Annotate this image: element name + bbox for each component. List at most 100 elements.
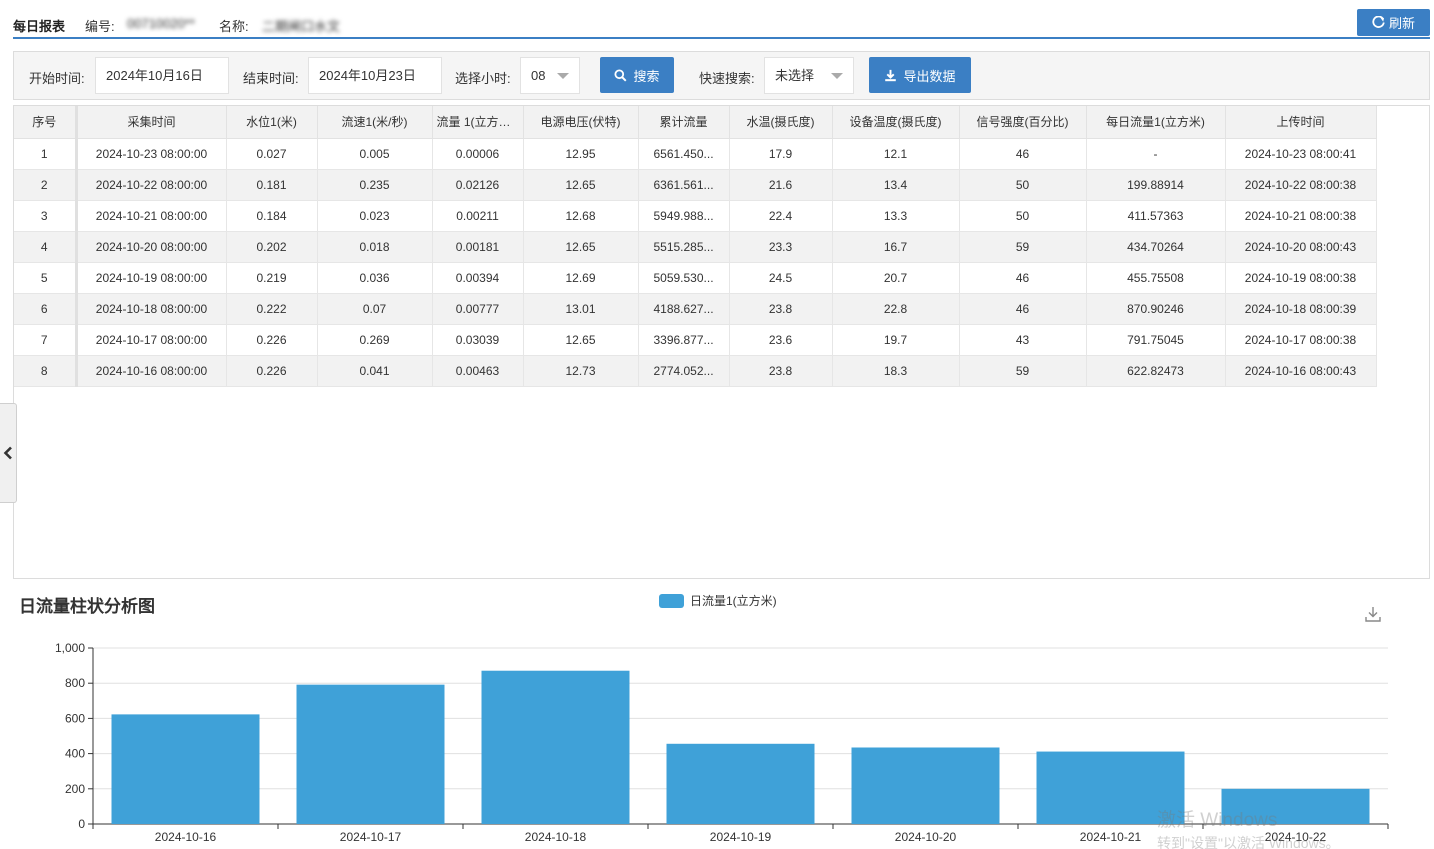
cell-device-temp: 13.3 bbox=[832, 200, 960, 232]
cell-index: 7 bbox=[14, 324, 78, 356]
col-header-flow-rate[interactable]: 流量 1(立方米/秒) bbox=[432, 106, 524, 139]
start-date-input[interactable]: 2024年10月16日 bbox=[95, 57, 229, 94]
cell-daily-flow: 455.75508 bbox=[1086, 262, 1226, 294]
table-row[interactable]: 6 2024-10-18 08:00:00 0.222 0.07 0.00777 13.0… bbox=[14, 293, 1377, 325]
cell-device-temp: 19.7 bbox=[832, 324, 960, 356]
bar bbox=[481, 670, 630, 824]
cell-signal: 43 bbox=[959, 324, 1087, 356]
col-header-device-temp[interactable]: 设备温度(摄氏度) bbox=[832, 106, 960, 139]
cell-collect-time: 2024-10-17 08:00:00 bbox=[76, 324, 227, 356]
cell-daily-flow: 411.57363 bbox=[1086, 200, 1226, 232]
cell-cumulative-flow: 6561.450... bbox=[638, 138, 730, 170]
table-row[interactable]: 4 2024-10-20 08:00:00 0.202 0.018 0.00181 12.… bbox=[14, 231, 1377, 263]
x-tick-label: 2024-10-18 bbox=[525, 830, 587, 844]
chart-legend[interactable]: 日流量1(立方米) bbox=[659, 592, 777, 609]
cell-flow-speed: 0.269 bbox=[317, 324, 433, 356]
cell-flow-rate: 0.03039 bbox=[432, 324, 524, 356]
hour-select[interactable]: 08 bbox=[520, 57, 580, 94]
cell-water-level: 0.226 bbox=[226, 355, 318, 387]
watermark-line2: 转到"设置"以激活 Windows。 bbox=[1157, 835, 1340, 849]
bar bbox=[666, 743, 815, 824]
search-button[interactable]: 搜索 bbox=[600, 57, 674, 93]
cell-voltage: 12.65 bbox=[523, 169, 639, 201]
data-table-panel: 序号 采集时间 水位1(米) 流速1(米/秒) 流量 1(立方米/秒) 电源电压… bbox=[13, 105, 1430, 579]
data-table: 序号 采集时间 水位1(米) 流速1(米/秒) 流量 1(立方米/秒) 电源电压… bbox=[14, 106, 1377, 387]
cell-flow-speed: 0.235 bbox=[317, 169, 433, 201]
cell-cumulative-flow: 5059.530... bbox=[638, 262, 730, 294]
search-icon bbox=[614, 68, 627, 81]
cell-collect-time: 2024-10-20 08:00:00 bbox=[76, 231, 227, 263]
cell-device-temp: 16.7 bbox=[832, 231, 960, 263]
table-row[interactable]: 8 2024-10-16 08:00:00 0.226 0.041 0.00463 12.… bbox=[14, 355, 1377, 387]
col-header-cumulative-flow[interactable]: 累计流量 bbox=[638, 106, 730, 139]
cell-upload-time: 2024-10-16 08:00:43 bbox=[1225, 355, 1377, 387]
table-row[interactable]: 3 2024-10-21 08:00:00 0.184 0.023 0.00211 12.… bbox=[14, 200, 1377, 232]
cell-water-temp: 23.8 bbox=[729, 293, 833, 325]
save-image-icon[interactable] bbox=[1364, 605, 1382, 623]
y-tick-label: 1,000 bbox=[55, 641, 85, 655]
cell-device-temp: 13.4 bbox=[832, 169, 960, 201]
cell-upload-time: 2024-10-22 08:00:38 bbox=[1225, 169, 1377, 201]
table-header-row: 序号 采集时间 水位1(米) 流速1(米/秒) 流量 1(立方米/秒) 电源电压… bbox=[14, 106, 1377, 139]
cell-flow-speed: 0.023 bbox=[317, 200, 433, 232]
col-header-index[interactable]: 序号 bbox=[14, 106, 78, 139]
table-row[interactable]: 1 2024-10-23 08:00:00 0.027 0.005 0.00006 12.… bbox=[14, 138, 1377, 170]
col-header-signal[interactable]: 信号强度(百分比) bbox=[959, 106, 1087, 139]
cell-daily-flow: - bbox=[1086, 138, 1226, 170]
cell-water-level: 0.184 bbox=[226, 200, 318, 232]
col-header-water-level[interactable]: 水位1(米) bbox=[226, 106, 318, 139]
cell-index: 4 bbox=[14, 231, 78, 263]
cell-flow-rate: 0.00394 bbox=[432, 262, 524, 294]
start-time-label: 开始时间: bbox=[29, 71, 85, 86]
cell-cumulative-flow: 5949.988... bbox=[638, 200, 730, 232]
cell-upload-time: 2024-10-19 08:00:38 bbox=[1225, 262, 1377, 294]
cell-daily-flow: 199.88914 bbox=[1086, 169, 1226, 201]
export-button[interactable]: 导出数据 bbox=[869, 57, 971, 93]
cell-water-temp: 23.8 bbox=[729, 355, 833, 387]
cell-cumulative-flow: 2774.052... bbox=[638, 355, 730, 387]
table-row[interactable]: 5 2024-10-19 08:00:00 0.219 0.036 0.00394 12.… bbox=[14, 262, 1377, 294]
cell-water-level: 0.219 bbox=[226, 262, 318, 294]
col-header-collect-time[interactable]: 采集时间 bbox=[76, 106, 227, 139]
end-date-input[interactable]: 2024年10月23日 bbox=[308, 57, 442, 94]
quick-search-value: 未选择 bbox=[775, 68, 815, 83]
quick-search-select[interactable]: 未选择 bbox=[764, 57, 854, 94]
chevron-down-icon bbox=[557, 73, 569, 79]
cell-voltage: 12.95 bbox=[523, 138, 639, 170]
cell-collect-time: 2024-10-19 08:00:00 bbox=[76, 262, 227, 294]
windows-watermark: 激活 Windows 转到"设置"以激活 Windows。 bbox=[1157, 810, 1340, 849]
cell-index: 3 bbox=[14, 200, 78, 232]
sidebar-toggle[interactable] bbox=[0, 403, 17, 503]
cell-signal: 46 bbox=[959, 262, 1087, 294]
col-header-voltage[interactable]: 电源电压(伏特) bbox=[523, 106, 639, 139]
cell-water-temp: 23.6 bbox=[729, 324, 833, 356]
cell-upload-time: 2024-10-17 08:00:38 bbox=[1225, 324, 1377, 356]
name-value: 二期闸口水文 bbox=[262, 19, 341, 34]
cell-collect-time: 2024-10-22 08:00:00 bbox=[76, 169, 227, 201]
cell-daily-flow: 870.90246 bbox=[1086, 293, 1226, 325]
col-header-daily-flow[interactable]: 每日流量1(立方米) bbox=[1086, 106, 1226, 139]
col-header-water-temp[interactable]: 水温(摄氏度) bbox=[729, 106, 833, 139]
cell-water-temp: 17.9 bbox=[729, 138, 833, 170]
cell-flow-rate: 0.02126 bbox=[432, 169, 524, 201]
cell-voltage: 12.69 bbox=[523, 262, 639, 294]
refresh-label: 刷新 bbox=[1388, 16, 1415, 31]
cell-water-level: 0.027 bbox=[226, 138, 318, 170]
cell-water-temp: 22.4 bbox=[729, 200, 833, 232]
cell-flow-speed: 0.005 bbox=[317, 138, 433, 170]
col-header-flow-speed[interactable]: 流速1(米/秒) bbox=[317, 106, 433, 139]
col-header-upload-time[interactable]: 上传时间 bbox=[1225, 106, 1377, 139]
cell-flow-rate: 0.00006 bbox=[432, 138, 524, 170]
refresh-button[interactable]: 刷新 bbox=[1357, 9, 1430, 36]
page-title: 每日报表 bbox=[13, 19, 66, 34]
cell-signal: 59 bbox=[959, 355, 1087, 387]
cell-flow-rate: 0.00211 bbox=[432, 200, 524, 232]
table-row[interactable]: 7 2024-10-17 08:00:00 0.226 0.269 0.03039 12.… bbox=[14, 324, 1377, 356]
cell-signal: 50 bbox=[959, 200, 1087, 232]
y-tick-label: 0 bbox=[78, 817, 85, 831]
end-time-label: 结束时间: bbox=[243, 71, 299, 86]
chevron-left-icon bbox=[3, 446, 12, 460]
x-tick-label: 2024-10-17 bbox=[340, 830, 402, 844]
cell-collect-time: 2024-10-18 08:00:00 bbox=[76, 293, 227, 325]
table-row[interactable]: 2 2024-10-22 08:00:00 0.181 0.235 0.02126 12.… bbox=[14, 169, 1377, 201]
